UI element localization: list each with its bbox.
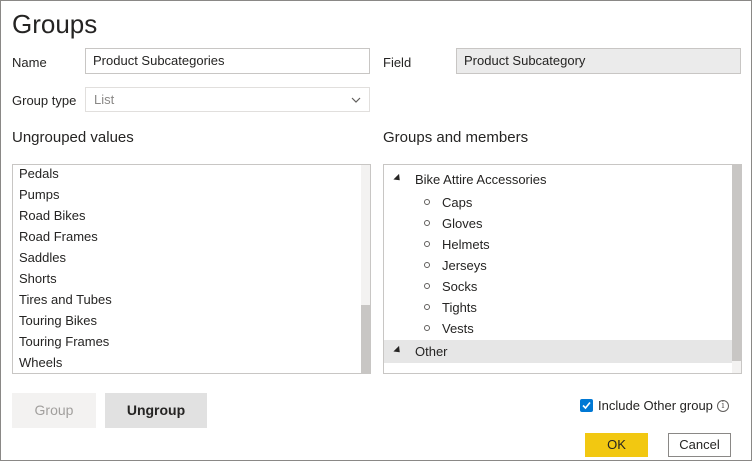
bullet-icon <box>424 283 430 289</box>
group-type-value: List <box>94 92 115 107</box>
ungrouped-scrollbar[interactable] <box>361 165 370 373</box>
include-other-label: Include Other group <box>598 398 713 413</box>
tree-member-row[interactable]: Vests <box>384 318 733 339</box>
member-name: Socks <box>442 279 478 294</box>
info-icon[interactable]: i <box>717 400 729 412</box>
member-name: Helmets <box>442 237 490 252</box>
tree-group-row[interactable]: Bike Attire Accessories <box>384 169 733 190</box>
ok-button[interactable]: OK <box>585 433 648 457</box>
group-button[interactable]: Group <box>12 393 96 428</box>
member-name: Gloves <box>442 216 483 231</box>
bullet-icon <box>424 241 430 247</box>
list-item[interactable]: Touring Bikes <box>19 310 97 331</box>
bullet-icon <box>424 199 430 205</box>
bullet-icon <box>424 325 430 331</box>
tree-member-row[interactable]: Socks <box>384 276 733 297</box>
ungroup-button[interactable]: Ungroup <box>105 393 207 428</box>
bullet-icon <box>424 262 430 268</box>
tree-member-row[interactable]: Caps <box>384 192 733 213</box>
field-input: Product Subcategory <box>456 48 741 74</box>
tree-member-row[interactable]: Jerseys <box>384 255 733 276</box>
list-item[interactable]: Tires and Tubes <box>19 289 112 310</box>
caret-expanded-icon[interactable] <box>393 345 403 356</box>
tree-member-row[interactable]: Gloves <box>384 213 733 234</box>
list-item[interactable]: Road Frames <box>19 226 98 247</box>
groups-dialog: Groups Name Product Subcategories Field … <box>0 0 752 461</box>
bullet-icon <box>424 220 430 226</box>
tree-member-row[interactable]: Helmets <box>384 234 733 255</box>
list-item[interactable]: Road Bikes <box>19 205 85 226</box>
caret-expanded-icon[interactable] <box>393 173 403 184</box>
ungrouped-scrollbar-thumb[interactable] <box>361 305 370 373</box>
groups-scrollbar-thumb[interactable] <box>732 165 741 361</box>
tree-member-row[interactable]: Tights <box>384 297 733 318</box>
field-label: Field <box>383 55 412 70</box>
tree-group-row-selected[interactable]: Other <box>384 340 733 363</box>
name-label: Name <box>12 55 47 70</box>
name-input[interactable]: Product Subcategories <box>85 48 370 74</box>
groups-scrollbar[interactable] <box>732 165 741 373</box>
list-item[interactable]: Shorts <box>19 268 57 289</box>
chevron-down-icon <box>351 97 361 103</box>
groups-tree[interactable]: Bike Attire Accessories Caps Gloves Helm… <box>383 164 742 374</box>
ungrouped-values-list[interactable]: Pedals Pumps Road Bikes Road Frames Sadd… <box>12 164 371 374</box>
ungrouped-values-header: Ungrouped values <box>12 129 134 146</box>
group-name: Bike Attire Accessories <box>415 172 547 187</box>
list-item[interactable]: Wheels <box>19 352 62 373</box>
list-item[interactable]: Pumps <box>19 184 59 205</box>
member-name: Caps <box>442 195 473 210</box>
list-item[interactable]: Pedals <box>19 165 59 184</box>
member-name: Tights <box>442 300 477 315</box>
dialog-title: Groups <box>12 9 98 39</box>
list-item[interactable]: Saddles <box>19 247 66 268</box>
bullet-icon <box>424 304 430 310</box>
group-type-select[interactable]: List <box>85 87 370 112</box>
checkmark-icon <box>582 401 591 410</box>
member-name: Jerseys <box>442 258 487 273</box>
include-other-checkbox[interactable] <box>580 399 593 412</box>
group-name: Other <box>415 344 448 359</box>
group-type-label: Group type <box>12 93 77 108</box>
member-name: Vests <box>442 321 474 336</box>
list-item[interactable]: Touring Frames <box>19 331 109 352</box>
groups-and-members-header: Groups and members <box>383 129 529 146</box>
cancel-button[interactable]: Cancel <box>668 433 731 457</box>
